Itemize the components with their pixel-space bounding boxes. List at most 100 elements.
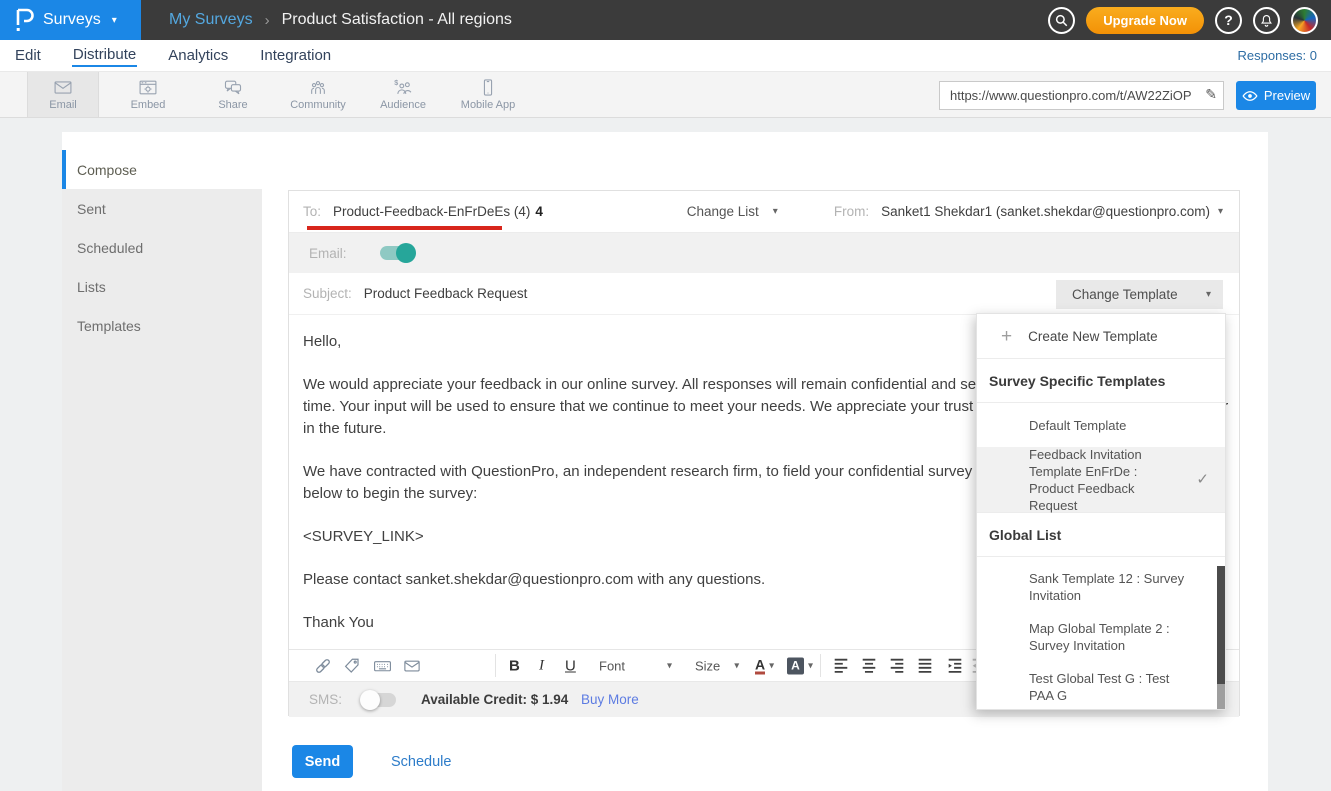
chevron-down-icon: ▾ [1206, 289, 1211, 300]
template-item-default[interactable]: Default Template [977, 403, 1225, 447]
sidebar-item-templates[interactable]: Templates [62, 306, 262, 345]
channel-embed[interactable]: Embed [112, 72, 184, 117]
change-list-dropdown[interactable]: Change List ▾ [687, 204, 778, 219]
underline-button[interactable]: U [565, 657, 576, 674]
tab-analytics[interactable]: Analytics [167, 45, 229, 66]
background-color-button[interactable]: A ▾ [787, 657, 813, 674]
survey-url-input[interactable] [939, 81, 1224, 110]
share-icon [222, 78, 244, 97]
question-mark-icon: ? [1224, 12, 1233, 28]
link-icon [313, 656, 333, 676]
community-icon [307, 78, 329, 97]
search-button[interactable] [1048, 7, 1075, 34]
channel-email[interactable]: Email [27, 72, 99, 117]
align-center-button[interactable] [861, 657, 877, 675]
email-template-button[interactable] [403, 657, 421, 675]
email-toggle-row: Email: [289, 233, 1239, 273]
surveys-product-menu[interactable]: Surveys ▾ [0, 0, 141, 40]
send-button[interactable]: Send [292, 745, 353, 778]
chevron-down-icon: ▾ [112, 15, 117, 26]
tab-distribute[interactable]: Distribute [72, 44, 137, 67]
help-button[interactable]: ? [1215, 7, 1242, 34]
email-icon [52, 78, 74, 97]
font-family-dropdown[interactable]: Font ▾ [599, 658, 672, 673]
template-item-map-global-2[interactable]: Map Global Template 2 : Survey Invitatio… [977, 612, 1225, 662]
from-dropdown[interactable]: From: Sanket1 Shekdar1 (sanket.shekdar@q… [834, 204, 1223, 219]
distribute-toolbar: Email Embed Share Community $ Audience [0, 72, 1331, 118]
mobile-phone-icon [477, 78, 499, 97]
top-bar: Surveys ▾ My Surveys › Product Satisfact… [0, 0, 1331, 40]
email-toggle[interactable] [380, 246, 414, 260]
chevron-down-icon: ▾ [773, 206, 778, 217]
merge-tag-button[interactable] [343, 657, 361, 675]
template-item-test-global-g[interactable]: Test Global Test G : Test PAA G [977, 662, 1225, 705]
global-list-section-header: Global List [977, 513, 1225, 557]
global-template-list: Sank Template 12 : Survey Invitation Map… [977, 557, 1225, 705]
to-label: To: [303, 204, 321, 219]
change-template-button[interactable]: Change Template ▾ [1056, 280, 1223, 309]
schedule-link[interactable]: Schedule [391, 754, 451, 770]
eye-icon [1242, 90, 1258, 102]
create-new-template-item[interactable]: + Create New Template [977, 314, 1225, 359]
align-right-icon [889, 657, 905, 675]
channel-share[interactable]: Share [197, 72, 269, 117]
chevron-down-icon: ▾ [769, 660, 774, 671]
change-template-menu: + Create New Template Survey Specific Te… [976, 313, 1226, 710]
text-color-button[interactable]: A ▾ [755, 657, 774, 674]
channel-community[interactable]: Community [282, 72, 354, 117]
bold-button[interactable]: B [509, 657, 520, 674]
channel-mobile-app[interactable]: Mobile App [452, 72, 524, 117]
available-credit: Available Credit: $ 1.94 [421, 692, 568, 707]
sidebar-item-scheduled[interactable]: Scheduled [62, 228, 262, 267]
survey-tabs: Edit Distribute Analytics Integration Re… [0, 40, 1331, 72]
responses-count: Responses: 0 [1238, 48, 1318, 63]
chevron-down-icon: ▾ [808, 660, 813, 671]
subject-input[interactable]: Product Feedback Request [364, 286, 528, 301]
from-value: Sanket1 Shekdar1 (sanket.shekdar@questio… [881, 204, 1210, 219]
audience-icon: $ [392, 78, 414, 97]
indent-icon [947, 657, 963, 675]
recipient-list-name[interactable]: Product-Feedback-EnFrDeEs (4) [333, 204, 530, 219]
font-size-dropdown[interactable]: Size ▾ [695, 658, 739, 673]
from-label: From: [834, 204, 869, 219]
envelope-icon [403, 657, 421, 675]
edit-url-pencil-icon[interactable]: ✎ [1205, 86, 1217, 103]
sidebar-item-sent[interactable]: Sent [62, 189, 262, 228]
sms-toggle[interactable] [362, 693, 396, 707]
align-center-icon [861, 657, 877, 675]
menu-scrollbar[interactable] [1217, 566, 1225, 710]
tab-edit[interactable]: Edit [14, 45, 42, 66]
tab-integration[interactable]: Integration [259, 45, 332, 66]
italic-button[interactable]: I [539, 657, 544, 674]
breadcrumb: My Surveys › Product Satisfaction - All … [169, 11, 512, 29]
indent-button[interactable] [947, 657, 963, 675]
embed-icon [137, 78, 159, 97]
check-icon: ✓ [1196, 471, 1209, 488]
buy-more-link[interactable]: Buy More [581, 692, 639, 707]
preview-button[interactable]: Preview [1236, 81, 1316, 110]
avatar[interactable] [1291, 7, 1318, 34]
sidebar-item-compose[interactable]: Compose [62, 150, 262, 189]
template-item-sank-12[interactable]: Sank Template 12 : Survey Invitation [977, 562, 1225, 612]
upgrade-now-button[interactable]: Upgrade Now [1086, 7, 1204, 34]
survey-templates-section-header: Survey Specific Templates [977, 359, 1225, 403]
plus-icon: + [1001, 327, 1012, 346]
notifications-button[interactable] [1253, 7, 1280, 34]
insert-link-button[interactable] [313, 656, 333, 676]
align-left-button[interactable] [833, 657, 849, 675]
keyboard-button[interactable] [373, 656, 392, 675]
channel-audience[interactable]: $ Audience [367, 72, 439, 117]
breadcrumb-my-surveys[interactable]: My Surveys [169, 11, 253, 29]
template-item-feedback-invitation[interactable]: Feedback Invitation Template EnFrDe : Pr… [977, 447, 1225, 513]
subject-label: Subject: [303, 286, 352, 301]
justify-button[interactable] [917, 657, 933, 675]
survey-url-field: ✎ [939, 81, 1224, 110]
menu-scrollbar-thumb[interactable] [1217, 566, 1225, 684]
send-actions: Send Schedule [292, 745, 451, 778]
sidebar-item-lists[interactable]: Lists [62, 267, 262, 306]
align-right-button[interactable] [889, 657, 905, 675]
page-title: Product Satisfaction - All regions [282, 11, 512, 29]
search-icon [1054, 13, 1069, 28]
recipient-count: 4 [535, 204, 543, 219]
sms-label: SMS: [309, 692, 342, 707]
